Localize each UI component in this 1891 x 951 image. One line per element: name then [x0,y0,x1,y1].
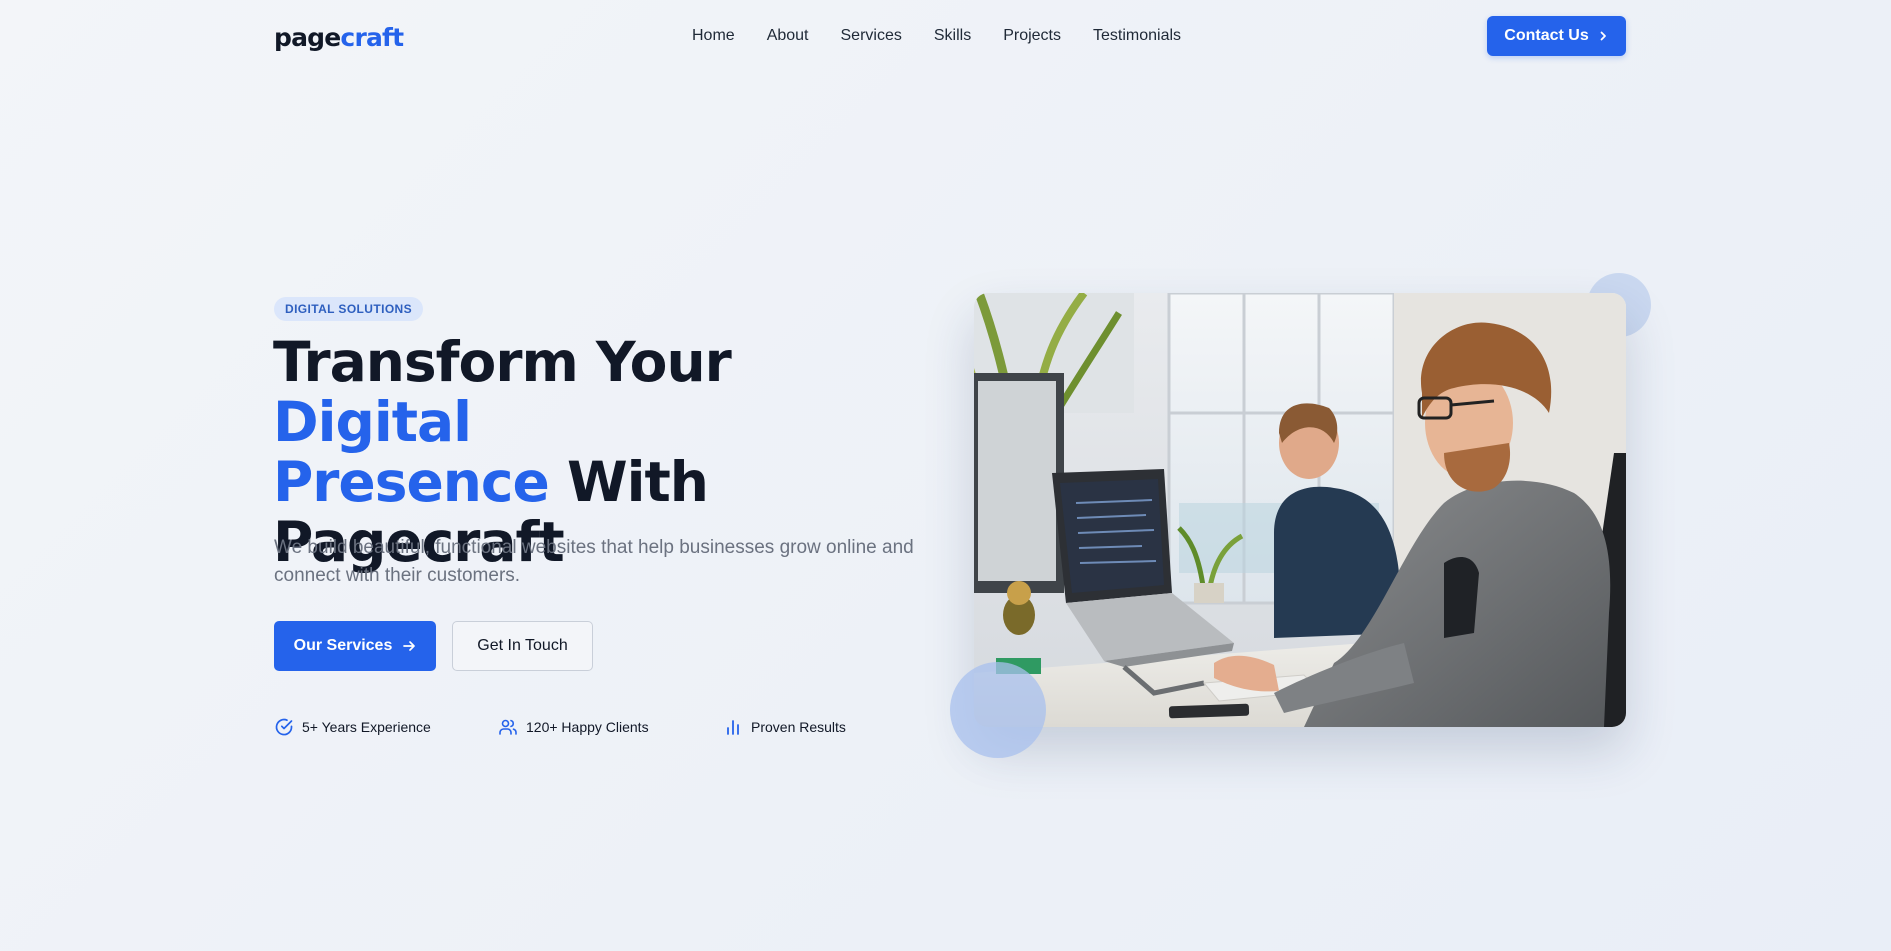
our-services-label: Our Services [293,637,393,654]
stat-label: 120+ Happy Clients [526,719,649,735]
arrow-right-icon [403,641,416,651]
check-circle-icon [275,718,293,736]
nav-services[interactable]: Services [841,24,902,48]
stat-results: Proven Results [723,717,846,737]
users-icon [499,719,517,735]
contact-us-button[interactable]: Contact Us [1487,16,1626,56]
nav-projects[interactable]: Projects [1003,24,1061,48]
decorative-circle [950,662,1046,758]
hero-image [974,293,1626,727]
hero-subtitle: We build beautiful, functional websites … [274,537,914,586]
section-badge: DIGITAL SOLUTIONS [274,297,424,321]
nav-testimonials[interactable]: Testimonials [1093,24,1181,48]
nav-about[interactable]: About [767,24,809,48]
stat-label: Proven Results [751,719,846,735]
bar-chart-icon [727,720,739,735]
nav-skills[interactable]: Skills [934,24,971,48]
stat-label: 5+ Years Experience [302,719,431,735]
get-in-touch-label: Get In Touch [477,637,568,654]
main-nav: Home About Services Skills Projects Test… [692,24,1181,48]
logo[interactable]: pagecraft [274,22,404,54]
chevron-right-icon [1600,31,1606,41]
get-in-touch-button[interactable]: Get In Touch [452,621,593,671]
nav-home[interactable]: Home [692,24,735,48]
contact-us-label: Contact Us [1504,27,1589,44]
stat-experience: 5+ Years Experience [274,717,431,737]
site-header: pagecraft Home About Services Skills Pro… [0,0,1891,74]
office-photo [974,293,1626,727]
stat-clients: 120+ Happy Clients [498,717,649,737]
our-services-button[interactable]: Our Services [274,621,436,671]
